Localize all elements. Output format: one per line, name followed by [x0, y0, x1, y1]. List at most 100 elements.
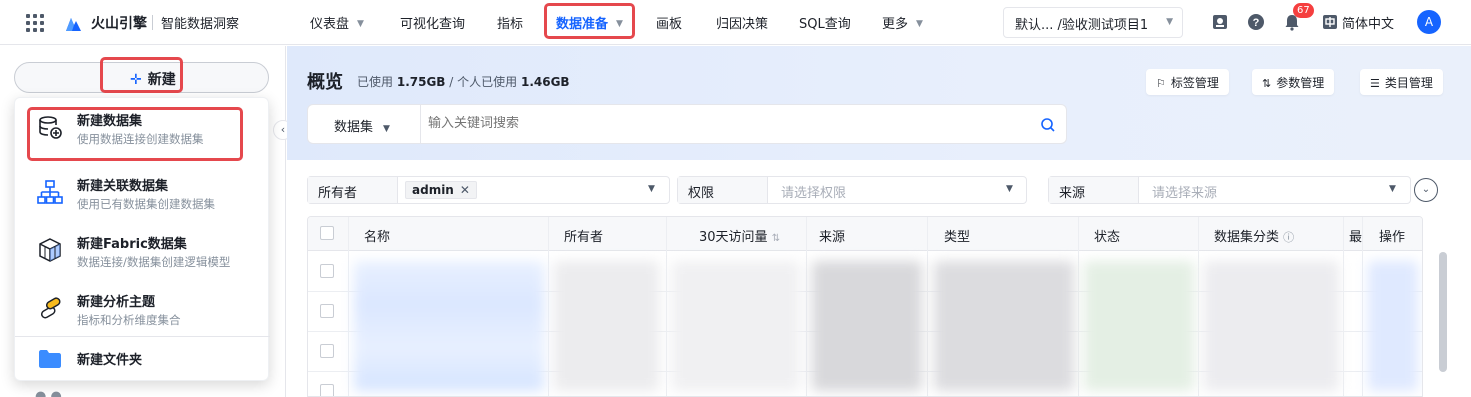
- caret-down-icon: ▼: [616, 19, 623, 29]
- new-menu-dropdown: 新建数据集 使用数据连接创建数据集 新建关联数据集 使用已有数据集创建数据集 新…: [14, 97, 270, 381]
- brand-name: 火山引擎: [91, 16, 147, 32]
- redacted-owner-cells: [554, 261, 659, 391]
- redacted-actions-cells: [1368, 261, 1418, 391]
- menu-item-desc: 使用数据连接创建数据集: [77, 132, 204, 146]
- search-input[interactable]: [428, 116, 1008, 131]
- folder-icon: [39, 350, 61, 368]
- info-icon[interactable]: ⓘ: [1283, 231, 1294, 244]
- caret-down-icon: ▼: [383, 124, 390, 134]
- tag-label: admin: [412, 183, 454, 197]
- notification-badge: 67: [1293, 3, 1314, 18]
- column-label: 30天访问量: [699, 230, 768, 245]
- column-header-category[interactable]: 数据集分类 ⓘ: [1214, 226, 1294, 245]
- column-header-status[interactable]: 状态: [1094, 226, 1120, 245]
- permission-filter[interactable]: 权限 请选择权限 ▼: [677, 176, 1027, 204]
- menu-item-new-folder[interactable]: 新建文件夹: [15, 338, 270, 378]
- nav-dashboard[interactable]: 仪表盘 ▼: [310, 13, 364, 32]
- help-icon[interactable]: ?: [1247, 13, 1265, 31]
- row-checkbox[interactable]: [320, 384, 334, 396]
- project-name: 默认... /验收测试项目1: [1015, 18, 1149, 33]
- language-label[interactable]: 简体中文: [1342, 13, 1394, 32]
- search-divider: [420, 105, 421, 143]
- menu-item-new-analysis-theme[interactable]: 新建分析主题 指标和分析维度集合: [15, 283, 270, 335]
- chevron-down-icon[interactable]: ⌄: [1414, 178, 1438, 202]
- column-header-source[interactable]: 来源: [819, 226, 845, 245]
- menu-item-title: 新建数据集: [77, 114, 143, 129]
- theme-icon: [40, 297, 61, 319]
- nav-canvas[interactable]: 画板: [656, 13, 682, 32]
- table-scrollbar[interactable]: [1439, 252, 1447, 372]
- category-list-icon: ☰: [1370, 77, 1380, 90]
- filter-placeholder: 请选择来源: [1152, 186, 1218, 201]
- hierarchy-icon: [37, 180, 63, 204]
- filter-label: 来源: [1049, 177, 1139, 203]
- brand-divider: [152, 15, 153, 30]
- sort-icon[interactable]: ⇅: [772, 233, 780, 244]
- nav-visual-query[interactable]: 可视化查询: [400, 13, 465, 32]
- menu-item-new-joined-dataset[interactable]: 新建关联数据集 使用已有数据集创建数据集: [15, 167, 270, 219]
- usage-personal-label: / 个人已使用: [449, 75, 518, 89]
- filter-label: 权限: [678, 177, 768, 203]
- button-label: 标签管理: [1170, 76, 1219, 90]
- language-icon[interactable]: [1321, 13, 1339, 31]
- row-checkbox[interactable]: [320, 264, 334, 278]
- menu-divider: [15, 336, 270, 337]
- sparkle-icon: ✛: [130, 72, 142, 88]
- overview-header: 概览 已使用 1.75GB / 个人已使用 1.46GB ⚐ 标签管理 ⇅ 参数管理…: [287, 46, 1471, 160]
- menu-item-desc: 指标和分析维度集合: [77, 313, 181, 327]
- redacted-category-cells: [1204, 261, 1339, 391]
- project-selector[interactable]: 默认... /验收测试项目1 ▼: [1003, 7, 1183, 38]
- table-header: 名称 所有者 30天访问量 ⇅ 来源 类型 状态 数据集分类 ⓘ 最 操作: [308, 217, 1422, 251]
- select-all-checkbox[interactable]: [320, 226, 334, 240]
- new-button[interactable]: ✛ 新建: [14, 62, 269, 93]
- usage-total: 1.75GB: [396, 75, 446, 89]
- filter-placeholder: 请选择权限: [781, 186, 847, 201]
- row-checkbox[interactable]: [320, 304, 334, 318]
- dataset-table: 名称 所有者 30天访问量 ⇅ 来源 类型 状态 数据集分类 ⓘ 最 操作: [307, 216, 1423, 397]
- parameter-management-button[interactable]: ⇅ 参数管理: [1252, 69, 1335, 95]
- source-filter[interactable]: 来源 请选择来源 ▼: [1048, 176, 1411, 204]
- menu-item-new-dataset[interactable]: 新建数据集 使用数据连接创建数据集: [15, 102, 270, 154]
- storage-usage: 已使用 1.75GB / 个人已使用 1.46GB: [357, 73, 570, 90]
- usage-personal: 1.46GB: [520, 75, 570, 89]
- filter-label: 所有者: [308, 177, 398, 203]
- page-title: 概览: [307, 72, 343, 93]
- sliders-icon: ⇅: [1262, 77, 1272, 90]
- nav-more[interactable]: 更多 ▼: [882, 13, 923, 32]
- caret-down-icon: ▼: [1389, 184, 1396, 194]
- nav-metrics[interactable]: 指标: [497, 13, 523, 32]
- column-header-owner[interactable]: 所有者: [564, 226, 603, 245]
- button-label: 类目管理: [1384, 76, 1433, 90]
- product-name: 智能数据洞察: [161, 17, 240, 32]
- redacted-type-cells: [934, 261, 1074, 391]
- close-icon[interactable]: ✕: [460, 183, 470, 197]
- caret-down-icon: ▼: [1006, 184, 1013, 194]
- usage-prefix: 已使用: [357, 75, 394, 89]
- main-area: 概览 已使用 1.75GB / 个人已使用 1.46GB ⚐ 标签管理 ⇅ 参数管理…: [287, 46, 1471, 397]
- cube-icon: [39, 238, 61, 262]
- column-header-last[interactable]: 最: [1349, 226, 1362, 245]
- nav-attribution[interactable]: 归因决策: [716, 13, 768, 32]
- nav-data-prep[interactable]: 数据准备 ▼: [556, 13, 623, 32]
- category-management-button[interactable]: ☰ 类目管理: [1360, 69, 1443, 95]
- owner-filter[interactable]: 所有者 admin ✕ ▼: [307, 176, 670, 204]
- search-type-select[interactable]: 数据集 ▼: [334, 116, 390, 135]
- tag-management-button[interactable]: ⚐ 标签管理: [1146, 69, 1229, 95]
- download-center-icon[interactable]: [1211, 13, 1229, 31]
- nav-sql-query[interactable]: SQL查询: [799, 13, 851, 32]
- column-header-name[interactable]: 名称: [364, 226, 390, 245]
- database-add-icon: [39, 116, 62, 139]
- menu-item-desc: 数据连接/数据集创建逻辑模型: [77, 255, 231, 269]
- column-header-type[interactable]: 类型: [944, 226, 970, 245]
- search-icon[interactable]: [1040, 117, 1056, 133]
- caret-down-icon: ▼: [648, 184, 655, 194]
- column-header-visits[interactable]: 30天访问量 ⇅: [699, 226, 780, 245]
- top-navigation-bar: 火山引擎 智能数据洞察 仪表盘 ▼ 可视化查询 指标 数据准备 ▼ 画板 归因决策 …: [0, 0, 1471, 45]
- row-checkbox[interactable]: [320, 344, 334, 358]
- menu-item-new-fabric-dataset[interactable]: 新建Fabric数据集 数据连接/数据集创建逻辑模型: [15, 225, 270, 277]
- caret-down-icon: ▼: [1166, 17, 1173, 27]
- app-grid-icon[interactable]: [26, 14, 44, 32]
- user-avatar[interactable]: A: [1417, 10, 1441, 34]
- menu-item-title: 新建Fabric数据集: [77, 237, 187, 252]
- search-bar: 数据集 ▼: [307, 104, 1067, 144]
